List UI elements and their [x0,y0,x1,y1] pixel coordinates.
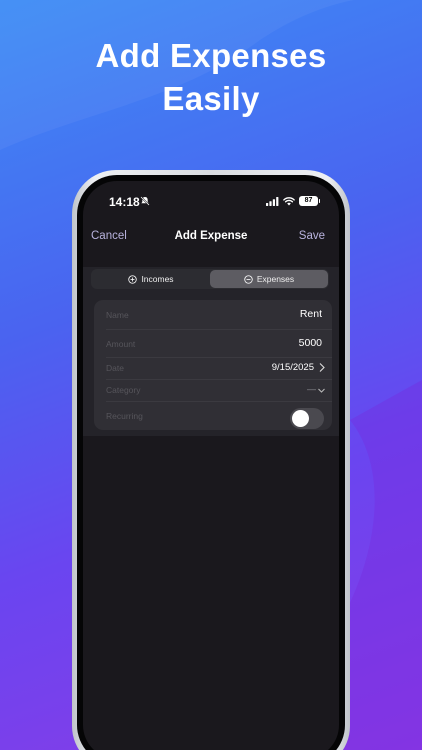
phone-bezel: 14:18 87 Cancel Add Expense Save Incomes… [77,175,345,750]
amount-field[interactable]: Amount 5000 [106,335,326,355]
divider [106,357,332,358]
segment-expenses-label: Expenses [256,274,295,284]
chevron-right-icon [319,363,325,372]
status-bar: 14:18 87 [83,195,339,211]
headline-line2: Easily [162,80,260,117]
segment-incomes[interactable]: Incomes [92,270,210,288]
headline-line1: Add Expenses [95,37,327,74]
bell-slash-icon [140,196,150,206]
segment-expenses[interactable]: Expenses [210,270,328,288]
date-label: Date [106,363,124,373]
amount-label: Amount [106,339,136,349]
headline: Add Expenses Easily [0,34,422,120]
save-button[interactable]: Save [299,230,325,242]
segment-incomes-label: Incomes [141,274,174,284]
divider [106,401,332,402]
status-time: 14:18 [109,195,140,209]
recurring-label: Recurring [106,411,143,421]
chevron-down-icon [318,388,325,393]
date-value: 9/15/2025 [271,362,314,373]
date-field[interactable]: Date 9/15/2025 [106,359,326,379]
form-area: Name Rent Amount 5000 Date 9/15/2025 Cat… [83,292,339,436]
navigation-bar: Cancel Add Expense Save [83,230,339,250]
category-label: Category [106,385,141,395]
expense-form-card: Name Rent Amount 5000 Date 9/15/2025 Cat… [94,300,332,430]
minus-circle-icon [244,274,253,284]
phone-frame: 14:18 87 Cancel Add Expense Save Incomes… [72,170,350,750]
name-field[interactable]: Name Rent [106,306,326,326]
recurring-toggle[interactable] [290,408,324,429]
plus-circle-icon [128,274,138,284]
battery-indicator: 87 [299,196,320,206]
category-field[interactable]: Category — [106,381,326,401]
segmented-control: Incomes Expenses [91,269,329,289]
name-label: Name [106,310,129,320]
toggle-knob [292,410,309,427]
category-value: — [307,384,316,394]
wifi-icon [283,197,295,206]
recurring-field: Recurring [106,408,326,429]
type-selector-area: Incomes Expenses [83,267,339,292]
cellular-signal-icon [266,197,279,206]
name-value: Rent [299,308,322,320]
divider [106,329,332,330]
divider [106,379,332,380]
amount-value: 5000 [298,337,322,349]
phone-screen: 14:18 87 Cancel Add Expense Save Incomes… [83,181,339,750]
